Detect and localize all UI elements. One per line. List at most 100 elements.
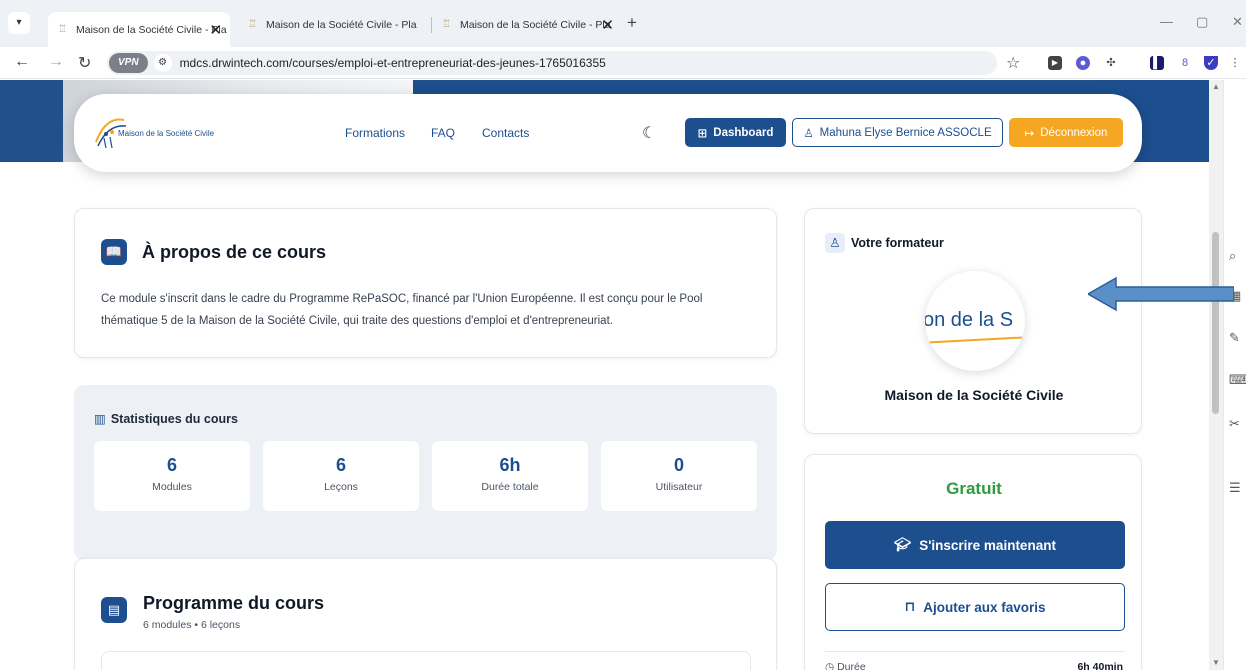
maximize-icon[interactable]: ▢ xyxy=(1196,14,1208,30)
price-text: Gratuit xyxy=(946,479,1002,498)
browser-tab-1[interactable]: ♖ Maison de la Société Civile - Pla ✕ xyxy=(48,12,230,47)
close-tab-icon[interactable]: ✕ xyxy=(601,16,614,34)
stat-duration: 6h Durée totale xyxy=(432,441,588,511)
tools-icon[interactable]: ✂ xyxy=(1229,416,1240,432)
stat-value: 0 xyxy=(673,455,684,475)
scroll-up-icon[interactable]: ▲ xyxy=(1212,82,1220,91)
user-profile-button[interactable]: ♙ Mahuna Elyse Bernice ASSOCLE xyxy=(792,118,1003,147)
avatar-logo-text: on de la S xyxy=(925,309,1014,331)
site-settings-icon[interactable]: ⚙ xyxy=(153,54,172,72)
logo-text: Maison de la Société Civile xyxy=(118,129,215,138)
bookmark-star-icon[interactable]: ☆ xyxy=(1006,53,1020,73)
page-viewport: Maison de la Société Civile Formations F… xyxy=(0,80,1209,670)
site-favicon-icon: ♖ xyxy=(442,19,451,30)
dashboard-button[interactable]: ⊞ Dashboard xyxy=(685,118,786,147)
extensions-puzzle-icon[interactable]: ✣ xyxy=(1104,56,1118,70)
site-logo[interactable]: Maison de la Société Civile xyxy=(92,112,252,154)
extension-shield-icon[interactable]: ● xyxy=(1076,56,1090,70)
about-description: Ce module s'inscrit dans le cadre du Pro… xyxy=(101,293,703,327)
course-program-card: ▤ Programme du cours 6 modules • 6 leçon… xyxy=(74,558,777,670)
enroll-button[interactable]: 🎓︎ S'inscrire maintenant xyxy=(825,521,1125,569)
pricing-card: Gratuit 🎓︎ S'inscrire maintenant ⊓ Ajout… xyxy=(804,454,1142,670)
trainer-name: Maison de la Société Civile xyxy=(884,387,1064,403)
logout-icon: ↦ xyxy=(1024,127,1035,140)
extension-media-icon[interactable]: ▶ xyxy=(1048,56,1062,70)
password-shield-icon[interactable]: ✓ xyxy=(1204,56,1218,70)
module-row[interactable] xyxy=(101,651,751,670)
annotation-arrow-icon xyxy=(1088,276,1234,312)
program-title: Programme du cours xyxy=(143,593,325,613)
stat-users: 0 Utilisateur xyxy=(601,441,757,511)
duration-label: Durée xyxy=(837,661,866,670)
browser-tab-title: Maison de la Société Civile - Pla xyxy=(460,19,611,31)
reload-icon[interactable]: ↻ xyxy=(78,53,91,73)
stat-value: 6h xyxy=(499,455,521,475)
scroll-thumb[interactable] xyxy=(1212,232,1219,414)
course-stats-panel: ▥ Statistiques du cours 6 Modules 6 Leçon… xyxy=(74,385,777,560)
stats-title: Statistiques du cours xyxy=(110,412,238,426)
stat-label: Durée totale xyxy=(481,481,539,493)
pricing-divider xyxy=(825,651,1125,652)
stat-modules: 6 Modules xyxy=(94,441,250,511)
close-tab-icon[interactable]: ✕ xyxy=(209,21,222,39)
search-icon[interactable]: ⌕ xyxy=(1229,248,1236,264)
stat-label: Leçons xyxy=(324,481,358,493)
bookmark-icon: ⊓ xyxy=(904,599,916,614)
add-favorite-button[interactable]: ⊓ Ajouter aux favoris xyxy=(825,583,1125,631)
graduation-cap-icon: 🎓︎ xyxy=(894,537,912,552)
about-course-card: 📖 À propos de ce cours Ce module s'inscr… xyxy=(74,208,777,358)
trainer-heading: ♙ Votre formateur xyxy=(825,233,944,253)
stat-value: 6 xyxy=(166,455,177,475)
logout-label: Déconnexion xyxy=(1040,126,1108,139)
nav-link-formations[interactable]: Formations xyxy=(345,126,405,140)
browser-side-panel: ⌕ ▦ ✎ ⌨ ✂ ☰ xyxy=(1223,80,1246,670)
hero-banner-left xyxy=(0,80,63,162)
browser-tab-3[interactable]: ♖ Maison de la Société Civile - Pla ✕ xyxy=(432,12,622,38)
trainer-heading-text: Votre formateur xyxy=(851,236,944,250)
user-name: Mahuna Elyse Bernice ASSOCLE xyxy=(819,126,992,139)
menu-kebab-icon[interactable]: ⋮ xyxy=(1228,56,1242,70)
site-header: Maison de la Société Civile Formations F… xyxy=(74,94,1142,172)
minimize-icon[interactable]: — xyxy=(1160,14,1173,29)
book-icon: 📖 xyxy=(101,239,127,265)
trainer-avatar: on de la S xyxy=(925,271,1025,371)
stat-label: Utilisateur xyxy=(655,481,703,493)
bar-chart-icon: ▥ xyxy=(94,412,106,426)
scroll-down-icon[interactable]: ▼ xyxy=(1212,658,1220,667)
stats-heading: ▥ Statistiques du cours xyxy=(94,411,238,426)
edit-icon[interactable]: ✎ xyxy=(1229,330,1240,346)
stat-label: Modules xyxy=(152,481,192,493)
profile-icon[interactable]: 8 xyxy=(1178,56,1192,70)
tab-search-chevron-icon[interactable]: ▾ xyxy=(8,12,30,34)
browser-tab-title: Maison de la Société Civile - Pla xyxy=(76,23,227,36)
forward-arrow-icon[interactable]: → xyxy=(48,53,64,71)
site-favicon-icon: ♖ xyxy=(58,23,67,35)
about-title: À propos de ce cours xyxy=(142,242,327,262)
vpn-badge[interactable]: VPN xyxy=(109,53,148,73)
nav-link-faq[interactable]: FAQ xyxy=(431,126,455,140)
avatar-logo-stroke xyxy=(925,336,1025,344)
duration-value: 6h 40min xyxy=(1077,661,1123,670)
dashboard-grid-icon: ⊞ xyxy=(697,127,708,140)
dark-mode-moon-icon[interactable]: ☾ xyxy=(642,123,656,143)
duration-row: ◷ Durée xyxy=(825,661,866,670)
logout-button[interactable]: ↦ Déconnexion xyxy=(1009,118,1123,147)
document-icon: ▤ xyxy=(101,597,127,623)
browser-tab-title: Maison de la Société Civile - Pla xyxy=(266,19,417,31)
favorite-label: Ajouter aux favoris xyxy=(923,599,1046,615)
address-bar[interactable]: VPN ⚙ mdcs.drwintech.com/courses/emploi-… xyxy=(107,51,997,75)
back-arrow-icon[interactable]: ← xyxy=(14,53,30,71)
browser-tabstrip: ▾ ♖ Maison de la Société Civile - Pla ✕ … xyxy=(0,0,1246,47)
gamepad-icon[interactable]: ⌨ xyxy=(1229,372,1246,388)
page-scrollbar[interactable]: ▲ ▼ xyxy=(1209,80,1223,670)
browser-tab-2[interactable]: ♖ Maison de la Société Civile - Pla xyxy=(238,12,428,38)
nav-link-contacts[interactable]: Contacts xyxy=(482,126,529,140)
url-text[interactable]: mdcs.drwintech.com/courses/emploi-et-ent… xyxy=(180,56,606,70)
trainer-card: ♙ Votre formateur on de la S Maison de la… xyxy=(804,208,1142,434)
new-tab-icon[interactable]: + xyxy=(627,13,637,33)
clock-icon: ◷ xyxy=(825,661,835,670)
user-icon: ♙ xyxy=(825,233,845,253)
close-window-icon[interactable]: ✕ xyxy=(1232,14,1243,30)
sidebar-toggle-icon[interactable]: ▌ xyxy=(1150,56,1164,70)
customize-icon[interactable]: ☰ xyxy=(1229,480,1241,496)
